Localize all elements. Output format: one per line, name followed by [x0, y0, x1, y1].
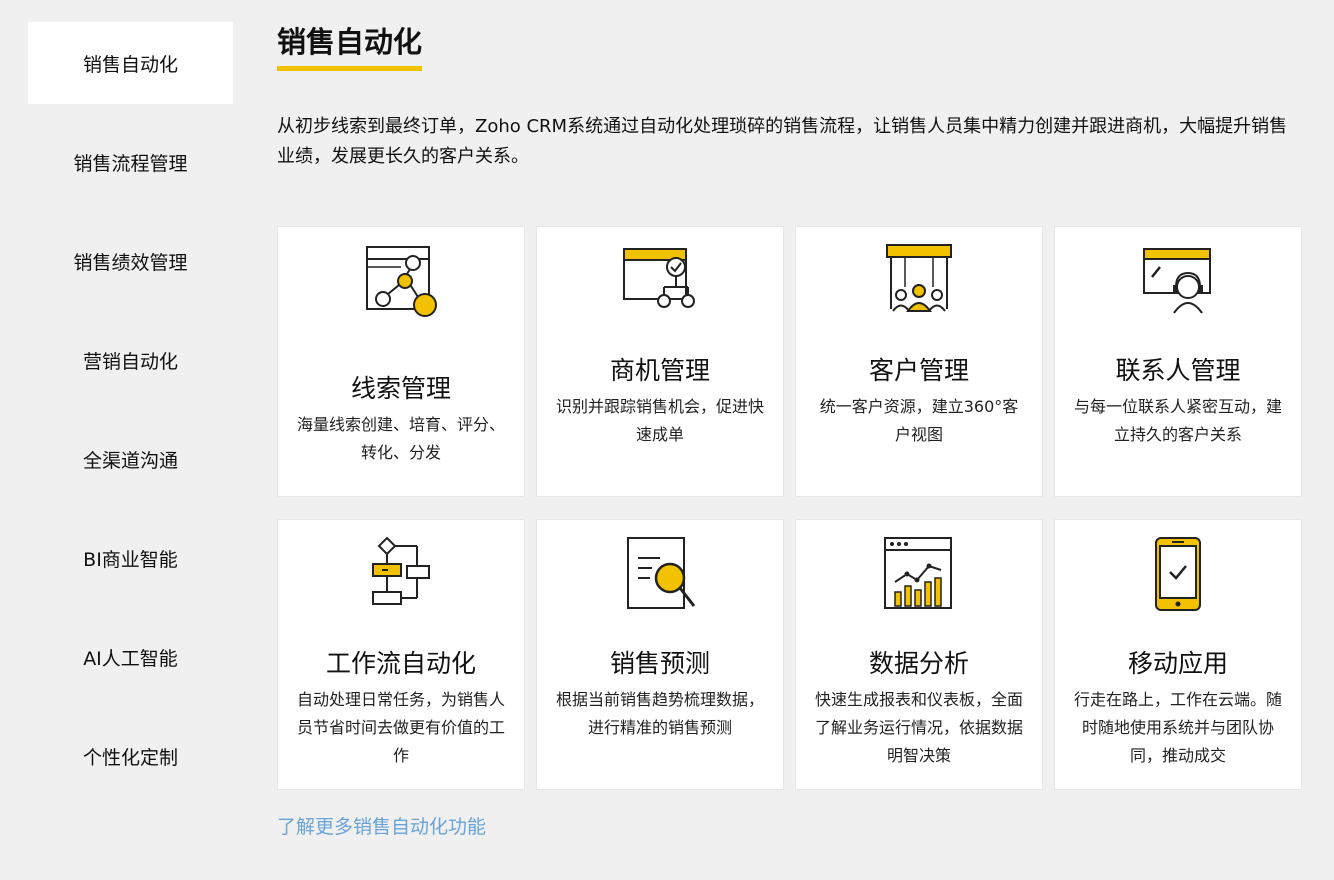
card-title: 销售预测: [609, 649, 710, 678]
learn-more-link[interactable]: 了解更多销售自动化功能: [277, 812, 486, 839]
sidebar-item-bi[interactable]: BI商业智能: [28, 517, 233, 599]
feature-card-contacts[interactable]: 联系人管理 与每一位联系人紧密互动，建立持久的客户关系: [1054, 226, 1302, 497]
card-title: 客户管理: [868, 356, 969, 385]
main-content: 销售自动化 从初步线索到最终订单，Zoho CRM系统通过自动化处理琐碎的销售流…: [277, 22, 1307, 838]
sidebar-item-sales-automation[interactable]: 销售自动化: [28, 22, 233, 104]
intro-text: 从初步线索到最终订单，Zoho CRM系统通过自动化处理琐碎的销售流程，让销售人…: [277, 116, 1288, 167]
card-description: 根据当前销售趋势梳理数据，进行精准的销售预测: [555, 690, 764, 737]
sidebar-item-omnichannel[interactable]: 全渠道沟通: [28, 418, 233, 500]
sidebar-item-customization[interactable]: 个性化定制: [28, 715, 233, 797]
feature-card-customers[interactable]: 客户管理 统一客户资源，建立360°客户视图: [795, 226, 1043, 497]
card-title: 数据分析: [868, 649, 969, 678]
card-description: 识别并跟踪销售机会，促进快速成单: [555, 397, 764, 444]
workflow-icon: [372, 536, 430, 605]
lead-flow-icon: [366, 246, 437, 317]
analytics-chart-icon: [884, 537, 952, 609]
card-description: 统一客户资源，建立360°客户视图: [819, 397, 1019, 444]
feature-grid: 线索管理 海量线索创建、培育、评分、转化、分发 商机管理 识别并跟踪销售机会，促…: [277, 226, 1302, 790]
customer-group-icon: [886, 244, 952, 312]
sidebar-item-sales-process[interactable]: 销售流程管理: [28, 121, 233, 203]
feature-card-forecast[interactable]: 销售预测 根据当前销售趋势梳理数据，进行精准的销售预测: [536, 519, 784, 790]
card-description: 自动处理日常任务，为销售人员节省时间去做更有价值的工作: [296, 690, 505, 765]
card-title: 商机管理: [609, 356, 710, 385]
card-title: 线索管理: [350, 374, 451, 403]
contact-headset-icon: [1143, 248, 1211, 314]
mobile-phone-icon: [1155, 537, 1201, 611]
feature-card-deals[interactable]: 商机管理 识别并跟踪销售机会，促进快速成单: [536, 226, 784, 497]
card-description: 海量线索创建、培育、评分、转化、分发: [296, 415, 505, 462]
feature-card-leads[interactable]: 线索管理 海量线索创建、培育、评分、转化、分发: [277, 226, 525, 497]
sidebar-item-sales-performance[interactable]: 销售绩效管理: [28, 220, 233, 302]
sidebar-item-marketing-automation[interactable]: 营销自动化: [28, 319, 233, 401]
feature-card-analytics[interactable]: 数据分析 快速生成报表和仪表板，全面了解业务运行情况，依据数据明智决策: [795, 519, 1043, 790]
card-title: 移动应用: [1127, 649, 1228, 678]
feature-card-workflow[interactable]: 工作流自动化 自动处理日常任务，为销售人员节省时间去做更有价值的工作: [277, 519, 525, 790]
feature-card-mobile[interactable]: 移动应用 行走在路上，工作在云端。随时随地使用系统并与团队协同，推动成交: [1054, 519, 1302, 790]
card-title: 工作流自动化: [325, 649, 476, 678]
sidebar-nav: 销售自动化 销售流程管理 销售绩效管理 营销自动化 全渠道沟通 BI商业智能 A…: [28, 22, 233, 814]
card-description: 快速生成报表和仪表板，全面了解业务运行情况，依据数据明智决策: [814, 690, 1023, 765]
deal-pipeline-icon: [623, 248, 695, 308]
sidebar-item-ai[interactable]: AI人工智能: [28, 616, 233, 698]
card-description: 与每一位联系人紧密互动，建立持久的客户关系: [1073, 397, 1282, 444]
forecast-magnifier-icon: [627, 537, 696, 609]
card-title: 联系人管理: [1115, 356, 1241, 385]
card-description: 行走在路上，工作在云端。随时随地使用系统并与团队协同，推动成交: [1073, 690, 1282, 765]
page-title: 销售自动化: [277, 22, 423, 71]
